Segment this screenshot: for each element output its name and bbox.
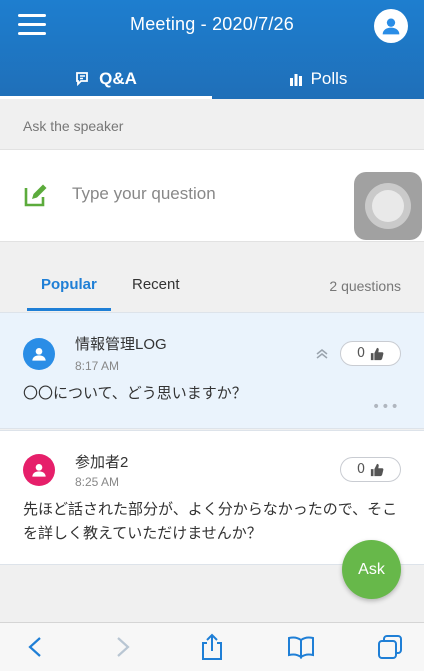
user-avatar[interactable] (374, 9, 408, 43)
user-icon (382, 18, 400, 35)
ask-section-label: Ask the speaker (23, 118, 124, 134)
question-input[interactable] (72, 184, 342, 204)
question-time: 8:17 AM (75, 359, 120, 373)
like-button[interactable]: 0 (340, 457, 401, 482)
question-time: 8:25 AM (75, 475, 120, 489)
like-count: 0 (356, 462, 366, 477)
thumbs-up-icon (371, 347, 384, 360)
user-icon (32, 348, 46, 361)
more-options-icon[interactable]: ••• (372, 399, 400, 415)
question-text: 先ほど話された部分が、よく分からなかったので、そこを詳しく教えていただけませんか… (23, 501, 398, 542)
like-button[interactable]: 0 (340, 341, 401, 366)
tab-polls[interactable]: Polls (212, 58, 424, 99)
popular-tab-indicator (27, 308, 111, 311)
tabs-icon[interactable] (375, 632, 405, 662)
main-tabs: Q&A Polls (0, 58, 424, 99)
tab-qa[interactable]: Q&A (0, 58, 212, 99)
author-name: 参加者2 (75, 454, 129, 471)
tab-recent[interactable]: Recent (132, 276, 180, 293)
user-icon (32, 464, 46, 477)
question-card[interactable]: 情報管理LOG 8:17 AM 0 〇〇について、どう思いますか？ ••• (0, 312, 424, 429)
page-title: Meeting - 2020/7/26 (130, 14, 294, 34)
tab-polls-label: Polls (310, 68, 348, 88)
compose-icon (24, 184, 47, 207)
active-tab-indicator (0, 96, 212, 99)
bar-chart-icon (289, 73, 302, 86)
question-text: 〇〇について、どう思いますか？ (23, 385, 247, 402)
tab-popular[interactable]: Popular (41, 276, 97, 293)
chat-bubble-icon (76, 71, 89, 86)
question-list-tabs: Popular Recent 2 questions (0, 262, 424, 312)
tab-qa-label: Q&A (99, 68, 137, 88)
double-chevron-up-icon (316, 349, 328, 359)
like-count: 0 (356, 346, 366, 361)
question-count: 2 questions (329, 278, 401, 294)
assistive-touch-button[interactable] (354, 172, 422, 240)
author-avatar (23, 454, 55, 486)
forward-icon[interactable] (108, 632, 138, 662)
share-icon[interactable] (197, 632, 227, 662)
ask-button[interactable]: Ask (342, 540, 401, 599)
app-header: Meeting - 2020/7/26 Q&A Polls (0, 0, 424, 99)
author-name: 情報管理LOG (75, 336, 167, 353)
thumbs-up-icon (371, 463, 384, 476)
author-avatar (23, 338, 55, 370)
bookmarks-icon[interactable] (286, 632, 316, 662)
browser-toolbar (0, 622, 424, 671)
back-icon[interactable] (20, 632, 50, 662)
